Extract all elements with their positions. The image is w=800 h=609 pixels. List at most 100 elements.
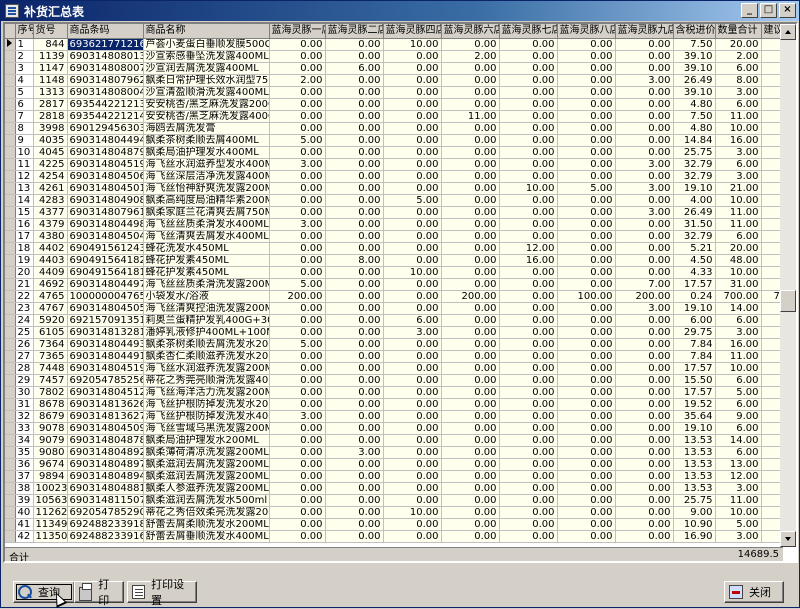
column-header[interactable]: 蓝海灵豚一店 <box>269 24 326 39</box>
row-indicator[interactable] <box>5 182 16 195</box>
table-cell[interactable]: 0.00 <box>615 314 674 327</box>
table-cell[interactable]: 8678 <box>33 398 68 411</box>
table-row[interactable]: 628176935442212138安安桃杏/黑芝麻洗发露200G0.000.0… <box>5 98 783 111</box>
table-cell[interactable]: 6904915641812 <box>67 266 144 279</box>
table-cell[interactable]: 0.00 <box>269 146 326 159</box>
table-cell[interactable]: 蜂花护发素450ML <box>143 254 270 267</box>
table-cell[interactable]: 11.00 <box>715 218 762 231</box>
table-cell[interactable]: 0.00 <box>325 134 384 147</box>
table-cell[interactable]: 潘婷乳液修护400ML+100ML <box>143 326 270 339</box>
table-cell[interactable]: 0.00 <box>499 146 558 159</box>
column-header[interactable]: 蓝海灵豚四店 <box>383 24 442 39</box>
table-cell[interactable]: 0.00 <box>499 74 558 87</box>
table-cell[interactable]: 6936217712167 <box>67 38 144 51</box>
table-cell[interactable]: 0.00 <box>441 446 500 459</box>
table-cell[interactable]: 0.00 <box>325 266 384 279</box>
table-cell[interactable]: 0.00 <box>615 242 674 255</box>
table-cell[interactable]: 39.10 <box>673 62 716 75</box>
table-cell[interactable]: 19.10 <box>673 422 716 435</box>
table-cell[interactable]: 0.00 <box>441 422 500 435</box>
table-cell[interactable]: 0.00 <box>557 122 616 135</box>
table-cell[interactable]: 6935442212145 <box>67 110 144 123</box>
table-row[interactable]: 728186935442212145安安桃杏/黑芝麻洗发露400G0.000.0… <box>5 110 783 123</box>
table-cell[interactable]: 0.00 <box>441 530 500 543</box>
table-cell[interactable]: 海飞丝怡神舒爽洗发露200ML <box>143 182 270 195</box>
table-cell[interactable]: 0.00 <box>499 122 558 135</box>
table-cell[interactable]: 0.00 <box>325 218 384 231</box>
row-indicator[interactable] <box>5 434 16 447</box>
table-cell[interactable]: 0.00 <box>325 230 384 243</box>
table-cell[interactable]: 10.00 <box>383 38 442 51</box>
table-cell[interactable]: 5.00 <box>715 386 762 399</box>
table-cell[interactable]: 6903148049082 <box>67 194 144 207</box>
table-cell[interactable]: 20.00 <box>715 242 762 255</box>
table-cell[interactable]: 12.00 <box>715 470 762 483</box>
table-cell[interactable]: 10.90 <box>673 518 716 531</box>
table-row[interactable]: 2044096904915641812蜂花护发素450ML0.000.0010.… <box>5 266 783 279</box>
table-cell[interactable]: 4.80 <box>673 122 716 135</box>
table-cell[interactable]: 0.00 <box>615 38 674 51</box>
table-cell[interactable]: 0.00 <box>499 218 558 231</box>
table-cell[interactable]: 芦荟小麦蛋白垂顺发膜500G <box>143 38 270 51</box>
table-cell[interactable]: 0.00 <box>325 410 384 423</box>
table-cell[interactable]: 0.00 <box>615 386 674 399</box>
table-cell[interactable]: 0.00 <box>615 446 674 459</box>
table-cell[interactable]: 0.00 <box>269 458 326 471</box>
table-cell[interactable]: 0.00 <box>383 446 442 459</box>
table-cell[interactable]: 6903148044971 <box>67 278 144 291</box>
table-cell[interactable]: 6903148048795 <box>67 146 144 159</box>
table-cell[interactable]: 0.00 <box>383 254 442 267</box>
table-cell[interactable]: 0.00 <box>499 338 558 351</box>
row-indicator[interactable] <box>5 62 16 75</box>
row-indicator[interactable] <box>5 374 16 387</box>
table-cell[interactable]: 0.00 <box>557 134 616 147</box>
table-cell[interactable]: 0.00 <box>441 230 500 243</box>
table-cell[interactable]: 3.00 <box>615 158 674 171</box>
table-cell[interactable]: 0.00 <box>499 362 558 375</box>
row-indicator[interactable] <box>5 446 16 459</box>
table-cell[interactable]: 0.00 <box>269 38 326 51</box>
table-cell[interactable]: 11262 <box>33 506 68 519</box>
table-cell[interactable]: 0.00 <box>441 518 500 531</box>
row-indicator[interactable] <box>5 398 16 411</box>
column-header[interactable]: 蓝海灵豚七店 <box>499 24 558 39</box>
table-cell[interactable]: 10.00 <box>715 122 762 135</box>
table-cell[interactable]: 0.00 <box>441 206 500 219</box>
table-row[interactable]: 1142256903148045190海飞丝水润滋养型发水400ML3.000.… <box>5 158 783 171</box>
scroll-down-button[interactable] <box>780 531 796 547</box>
table-cell[interactable]: 蜂花护发素450ML <box>143 266 270 279</box>
table-row[interactable]: 41113496924882339185舒蕾去屑柔顺洗发水200ML0.000.… <box>5 518 783 531</box>
table-cell[interactable]: 0.00 <box>441 506 500 519</box>
table-cell[interactable]: 200.00 <box>269 290 326 303</box>
table-cell[interactable]: 17.57 <box>673 278 716 291</box>
table-cell[interactable]: 3.00 <box>715 170 762 183</box>
table-cell[interactable]: 0.00 <box>269 194 326 207</box>
column-header[interactable]: 蓝海灵豚六店 <box>441 24 500 39</box>
row-indicator[interactable] <box>5 194 16 207</box>
table-cell[interactable]: 0.00 <box>615 170 674 183</box>
table-cell[interactable]: 0.00 <box>557 338 616 351</box>
table-cell[interactable]: 0.00 <box>383 122 442 135</box>
table-cell[interactable]: 0.00 <box>383 302 442 315</box>
table-cell[interactable]: 3.00 <box>383 326 442 339</box>
table-row[interactable]: 18446936217712167芦荟小麦蛋白垂顺发膜500G0.000.001… <box>5 38 783 51</box>
table-cell[interactable]: 0.00 <box>383 110 442 123</box>
table-cell[interactable]: 6.00 <box>715 446 762 459</box>
table-cell[interactable]: 7364 <box>33 338 68 351</box>
table-cell[interactable]: 4.50 <box>673 254 716 267</box>
table-cell[interactable]: 6.00 <box>715 230 762 243</box>
table-cell[interactable]: 6.00 <box>715 374 762 387</box>
table-cell[interactable]: 沙宣润去屑洗发露400ML <box>143 62 270 75</box>
table-cell[interactable]: 0.00 <box>557 494 616 507</box>
table-cell[interactable]: 0.00 <box>499 170 558 183</box>
table-cell[interactable]: 飘柔人参滋养洗发露200ML <box>143 482 270 495</box>
table-cell[interactable]: 0.00 <box>499 206 558 219</box>
table-row[interactable]: 2673646903148044933飘柔茶树柔顺去屑洗发水200ML5.000… <box>5 338 783 351</box>
table-cell[interactable]: 0.00 <box>383 182 442 195</box>
table-row[interactable]: 1342616903148045015海飞丝怡神舒爽洗发露200ML0.000.… <box>5 182 783 195</box>
table-row[interactable]: 3390786903148045091海飞丝雪域乌黑洗发露200ML0.000.… <box>5 422 783 435</box>
table-cell[interactable]: 19.52 <box>673 398 716 411</box>
table-cell[interactable]: 0.00 <box>441 158 500 171</box>
table-cell[interactable]: 26.49 <box>673 206 716 219</box>
table-cell[interactable]: 41 <box>15 518 34 531</box>
